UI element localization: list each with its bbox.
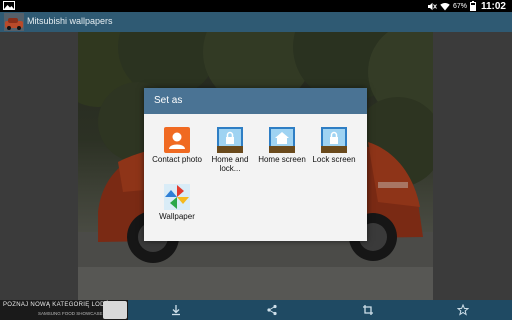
app-title: Mitsubishi wallpapers xyxy=(27,16,113,26)
download-icon[interactable] xyxy=(170,304,182,316)
share-icon[interactable] xyxy=(266,304,278,316)
status-icons: 67% 11:02 xyxy=(427,0,506,12)
status-bar: 67% 11:02 xyxy=(0,0,512,12)
option-label: Lock screen xyxy=(312,155,356,164)
ad-subtext: SAMSUNG FOOD SHOWCASE xyxy=(38,311,103,316)
right-margin xyxy=(433,32,512,300)
option-home-screen[interactable]: Home screen xyxy=(256,127,308,164)
gallery-notification-icon xyxy=(3,1,15,10)
app-icon[interactable] xyxy=(4,13,24,31)
wifi-icon xyxy=(440,2,450,11)
star-icon[interactable] xyxy=(457,304,469,316)
dialog-title: Set as xyxy=(144,88,367,114)
pinwheel-icon xyxy=(164,184,190,210)
home-lock-icon xyxy=(217,127,243,153)
option-lock-screen[interactable]: Lock screen xyxy=(308,127,360,164)
lock-icon xyxy=(321,127,347,153)
home-icon xyxy=(269,127,295,153)
ad-banner[interactable]: POZNAJ NOWĄ KATEGORIĘ LODÓWEK SAMSUNG FO… xyxy=(0,300,128,320)
option-home-and-lock[interactable]: Home and lock... xyxy=(204,127,256,173)
option-label: Home screen xyxy=(258,155,306,164)
bottom-toolbar: POZNAJ NOWĄ KATEGORIĘ LODÓWEK SAMSUNG FO… xyxy=(0,300,512,320)
crop-icon[interactable] xyxy=(362,304,374,316)
mute-icon xyxy=(427,2,437,10)
option-label: Home and lock... xyxy=(211,155,249,173)
clock: 11:02 xyxy=(480,0,506,12)
battery-percent: 67% xyxy=(452,2,467,10)
left-margin xyxy=(0,32,78,300)
option-label: Wallpaper xyxy=(159,212,195,221)
set-as-dialog: Set as Contact photo Home and lock... Ho… xyxy=(144,88,367,241)
contact-icon xyxy=(164,127,190,153)
option-label: Contact photo xyxy=(152,155,202,164)
ad-logo xyxy=(103,301,127,319)
action-bar: Mitsubishi wallpapers xyxy=(0,12,512,32)
option-contact-photo[interactable]: Contact photo xyxy=(151,127,203,164)
battery-icon xyxy=(469,1,476,11)
option-wallpaper[interactable]: Wallpaper xyxy=(151,184,203,221)
